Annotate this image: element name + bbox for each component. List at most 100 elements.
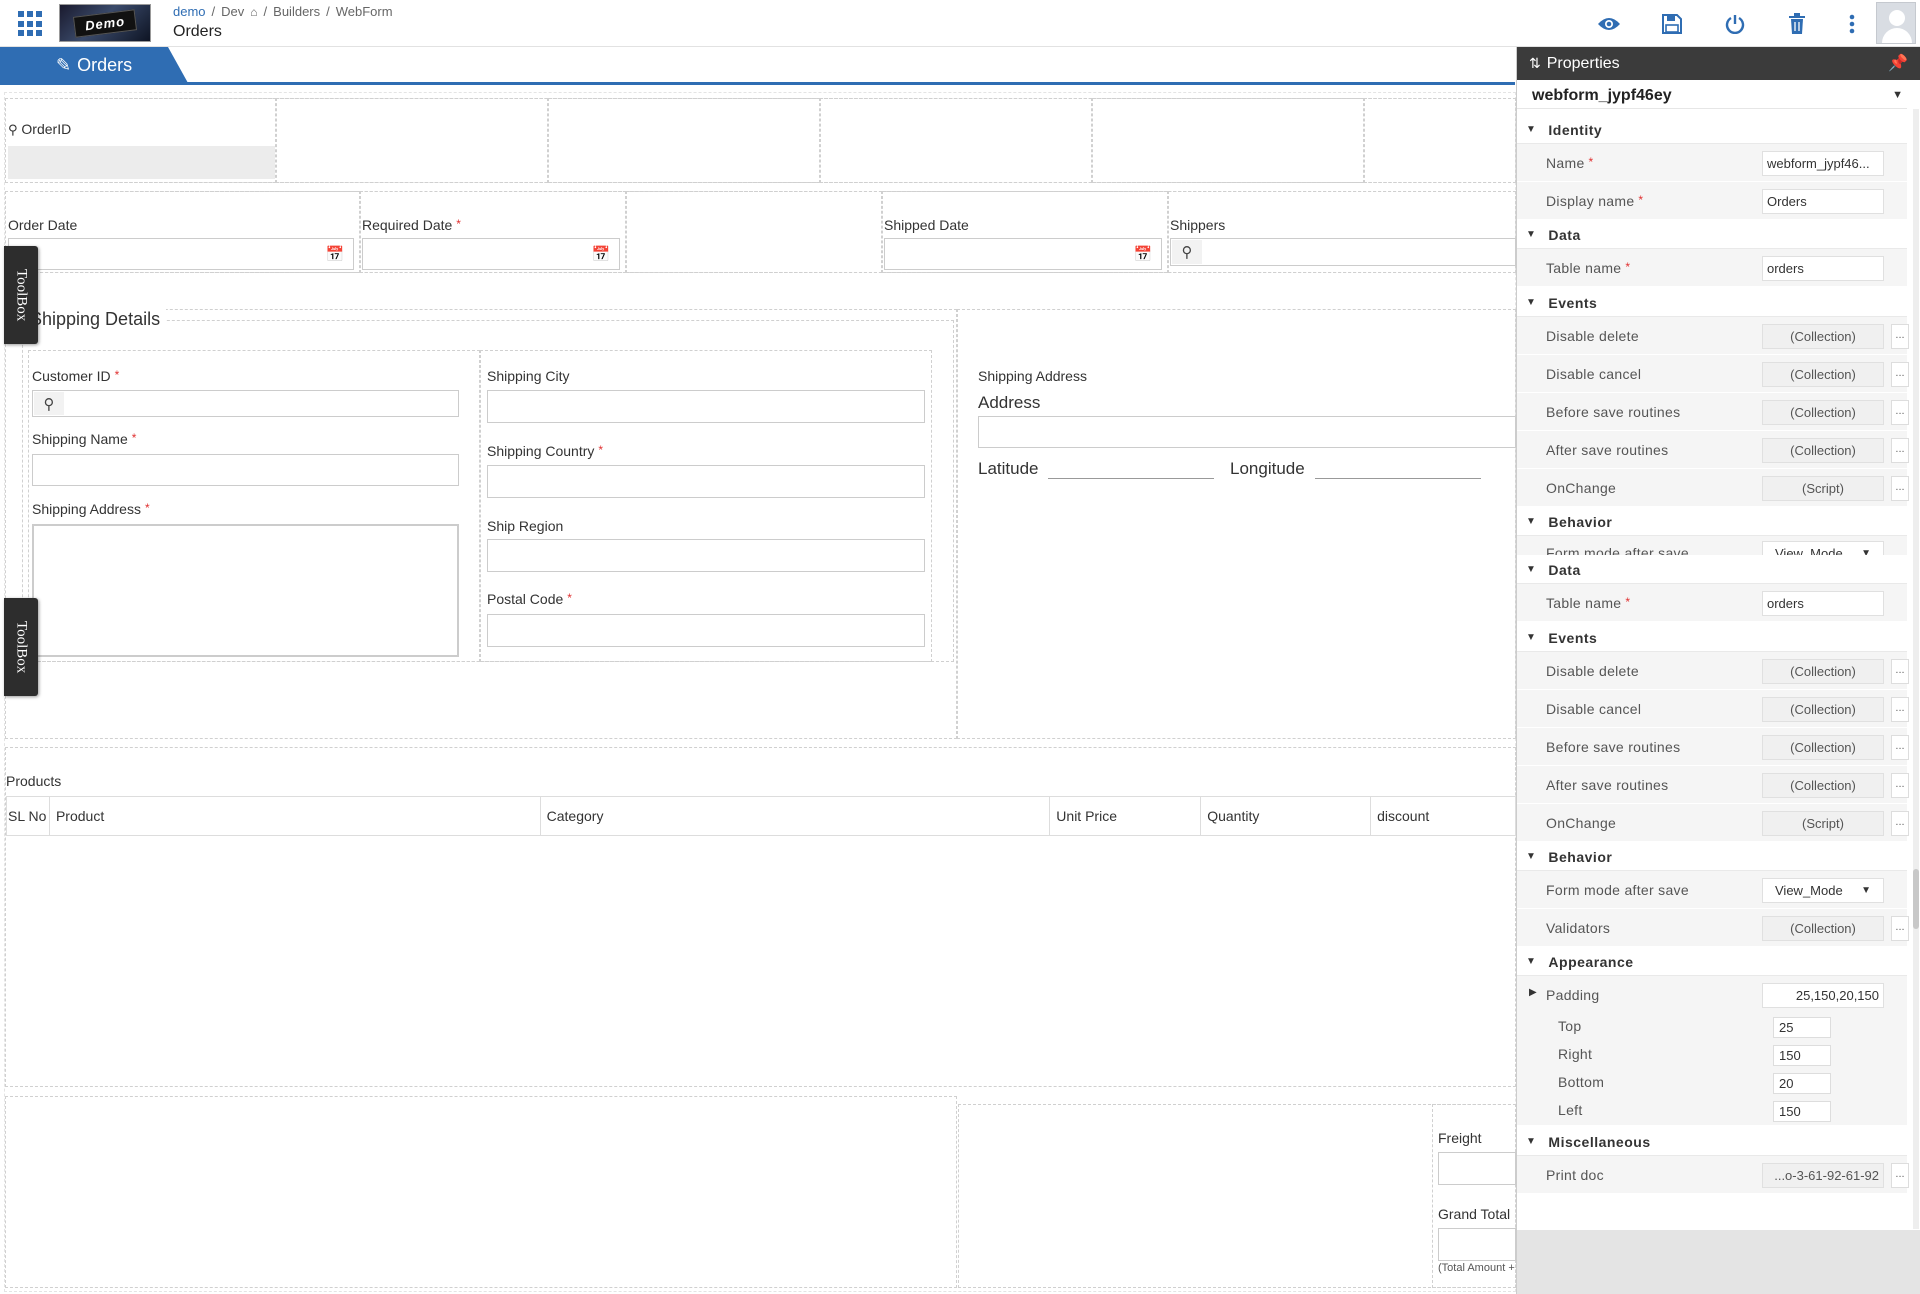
ship-region-input[interactable] (487, 539, 925, 572)
required-date-input[interactable] (362, 238, 620, 270)
breadcrumb-demo[interactable]: demo (173, 4, 206, 19)
search-icon[interactable]: ⚲ (1172, 240, 1202, 264)
required-marker: * (131, 431, 137, 445)
col-header-discount[interactable]: discount (1370, 797, 1515, 835)
prop-padding-top: Top 25 (1517, 1013, 1907, 1041)
ellipsis-button[interactable]: ... (1891, 1163, 1909, 1188)
pin-icon[interactable]: 📌 (1888, 53, 1908, 73)
toolbox-tab[interactable]: ToolBox (4, 246, 38, 344)
save-icon[interactable] (1658, 10, 1686, 38)
address-input[interactable] (978, 416, 1516, 448)
prop-table-name: Table name * orders (1517, 249, 1907, 287)
longitude-input[interactable] (1315, 478, 1481, 479)
ellipsis-button[interactable]: ... (1891, 773, 1909, 798)
breadcrumb-dev[interactable]: Dev (221, 4, 244, 19)
shipping-details-title: Shipping Details (30, 309, 167, 330)
search-icon[interactable]: ⚲ (34, 392, 64, 415)
ellipsis-button[interactable]: ... (1891, 400, 1909, 425)
prop-table-name-value[interactable]: orders (1762, 591, 1884, 616)
shippers-input[interactable] (1170, 238, 1516, 266)
shipping-country-input[interactable] (487, 465, 925, 498)
properties-title: Properties (1546, 54, 1620, 72)
shipping-name-label-text: Shipping Name (32, 431, 128, 447)
freight-label: Freight (1438, 1130, 1482, 1146)
section-miscellaneous[interactable]: ▼ Miscellaneous (1517, 1128, 1907, 1156)
ellipsis-button[interactable]: ... (1891, 362, 1909, 387)
prop-padding-value[interactable]: 25,150,20,150 (1762, 983, 1884, 1008)
apps-grid-icon[interactable] (18, 11, 44, 37)
sort-icon[interactable]: ⇅ (1529, 55, 1541, 72)
properties-footer (1517, 1230, 1920, 1294)
section-events[interactable]: ▼ Events (1517, 289, 1907, 317)
calendar-icon[interactable]: 📅 (588, 242, 614, 266)
ellipsis-button[interactable]: ... (1891, 438, 1909, 463)
order-date-input[interactable] (8, 238, 354, 270)
prop-table-name-value[interactable]: orders (1762, 256, 1884, 281)
col-header-product[interactable]: Product (48, 797, 540, 835)
section-behavior[interactable]: ▼ Behavior (1517, 843, 1907, 871)
ellipsis-button[interactable]: ... (1891, 916, 1909, 941)
grand-total-input[interactable] (1438, 1228, 1516, 1261)
prop-top-input[interactable]: 25 (1773, 1017, 1831, 1038)
ellipsis-button[interactable]: ... (1891, 476, 1909, 501)
more-vertical-icon[interactable] (1838, 10, 1866, 38)
shipping-city-input[interactable] (487, 390, 925, 423)
section-data[interactable]: ▼ Data (1517, 221, 1907, 249)
order-date-label: Order Date (8, 217, 78, 233)
section-title: Identity (1548, 121, 1603, 138)
prop-name-value[interactable]: webform_jypf46... (1762, 151, 1884, 176)
home-icon[interactable]: ⌂ (250, 5, 257, 19)
logo: Demo (59, 4, 151, 42)
breadcrumb-builders[interactable]: Builders (273, 4, 320, 19)
col-header-quantity[interactable]: Quantity (1200, 797, 1370, 835)
toolbox-tab[interactable]: ToolBox (4, 598, 38, 696)
prop-padding: ▶ Padding 25,150,20,150 (1517, 976, 1907, 1014)
prop-onchange: OnChange (Script)... (1517, 469, 1909, 507)
avatar[interactable] (1876, 2, 1916, 44)
grand-total-note: (Total Amount + Freight) (1438, 1262, 1516, 1274)
prop-bottom-input[interactable]: 20 (1773, 1073, 1831, 1094)
shipping-address-textarea[interactable] (32, 524, 459, 657)
calendar-icon[interactable]: 📅 (322, 242, 348, 266)
prop-right-input[interactable]: 150 (1773, 1045, 1831, 1066)
prop-table-name: Table name * orders (1517, 584, 1907, 622)
ellipsis-button[interactable]: ... (1891, 324, 1909, 349)
freight-input[interactable] (1438, 1152, 1516, 1185)
expand-icon[interactable]: ▶ (1529, 987, 1537, 998)
section-data[interactable]: ▼ Data (1517, 556, 1907, 584)
breadcrumb-separator: / (326, 4, 330, 19)
section-identity[interactable]: ▼ Identity (1517, 116, 1907, 144)
shipped-date-input[interactable] (884, 238, 1162, 270)
prop-form-mode-select[interactable]: View_Mode ▼ (1762, 878, 1884, 903)
customer-id-input[interactable] (32, 390, 459, 417)
tab-orders[interactable]: ✎ Orders (0, 47, 188, 83)
power-icon[interactable] (1721, 10, 1749, 38)
view-icon[interactable] (1595, 10, 1623, 38)
collapse-icon: ▼ (1526, 564, 1537, 575)
breadcrumb-webform[interactable]: WebForm (336, 4, 393, 19)
section-events[interactable]: ▼ Events (1517, 624, 1907, 652)
calendar-icon[interactable]: 📅 (1130, 242, 1156, 266)
prop-display-name-value[interactable]: Orders (1762, 189, 1884, 214)
postal-code-input[interactable] (487, 614, 925, 647)
section-appearance[interactable]: ▼ Appearance (1517, 948, 1907, 976)
ellipsis-button[interactable]: ... (1891, 659, 1909, 684)
prop-label: Disable cancel (1546, 366, 1642, 382)
prop-left-input[interactable]: 150 (1773, 1101, 1831, 1122)
ellipsis-button[interactable]: ... (1891, 811, 1909, 836)
ellipsis-button[interactable]: ... (1891, 735, 1909, 760)
col-header-category[interactable]: Category (539, 797, 1050, 835)
latitude-input[interactable] (1048, 478, 1214, 479)
object-selector[interactable]: webform_jypf46ey ▼ (1517, 83, 1907, 109)
prop-value[interactable]: View_Mode ▼ (1762, 541, 1884, 555)
col-header-unit-price[interactable]: Unit Price (1049, 797, 1200, 835)
ellipsis-button[interactable]: ... (1891, 697, 1909, 722)
prop-label: Form mode after save (1546, 545, 1689, 556)
section-behavior[interactable]: ▼ Behavior (1517, 508, 1907, 536)
delete-icon[interactable] (1783, 10, 1811, 38)
col-header-sl-no[interactable]: SL No (6, 797, 49, 835)
prop-value: (Collection) (1762, 438, 1884, 463)
scrollbar[interactable] (1913, 109, 1919, 1229)
page-title: Orders (173, 23, 222, 40)
shipping-name-input[interactable] (32, 454, 459, 486)
